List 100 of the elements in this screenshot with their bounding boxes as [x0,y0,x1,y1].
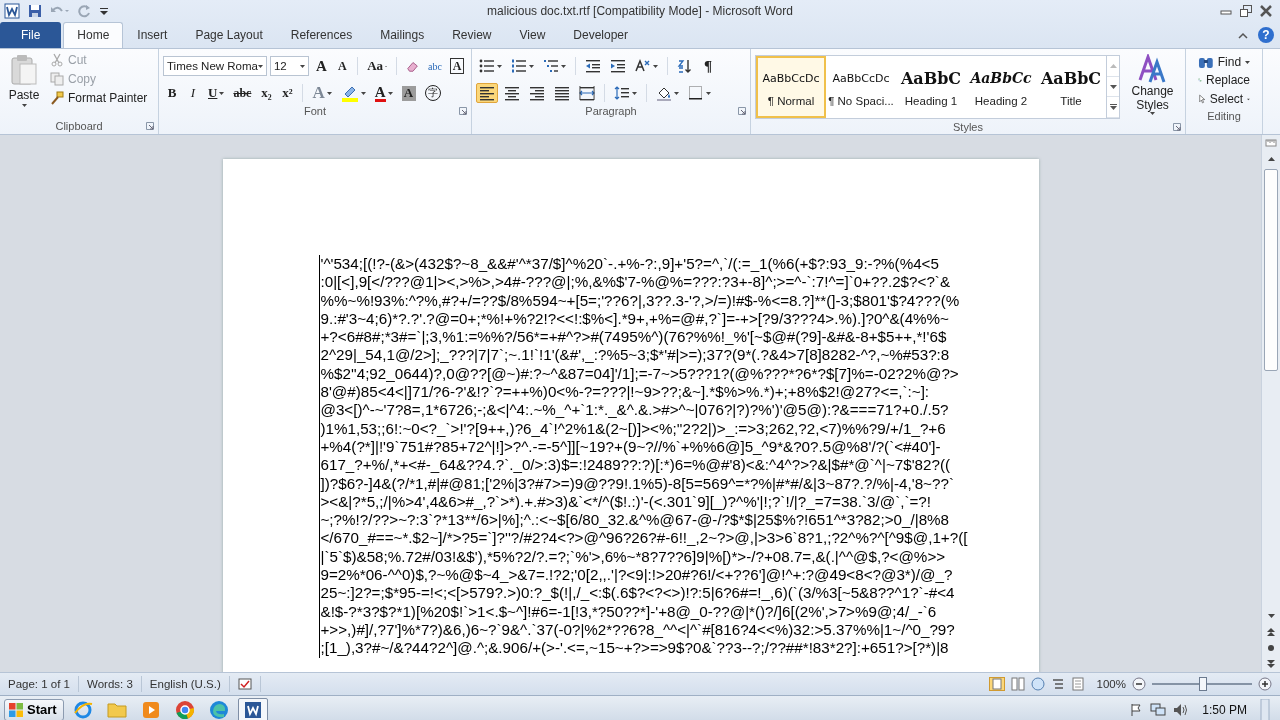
sub-button[interactable]: x₂ [257,83,276,103]
caret-icon [257,64,263,68]
collapse-ribbon-icon[interactable] [1238,31,1248,39]
style-option[interactable]: AaBbC Heading 1 [896,56,966,118]
dialog-launcher-icon[interactable] [146,122,154,130]
restore-icon[interactable] [1240,5,1252,17]
word-count[interactable]: Words: 3 [87,678,133,690]
word-icon [242,699,263,720]
phonetic-button[interactable]: abc [425,56,445,76]
outline-icon[interactable] [1050,677,1065,691]
scroll-down-icon[interactable] [1109,84,1117,89]
ribbon-tab[interactable]: Developer [559,22,642,48]
help-button[interactable]: ? [1258,27,1274,43]
chrome-icon [174,699,195,720]
font-name-field[interactable]: Times New Roma [163,56,267,76]
font-size-field[interactable]: 12 [269,56,310,76]
color-button[interactable]: A [371,83,396,103]
ribbon-tab[interactable]: View [505,22,560,48]
caret-icon [326,91,332,95]
speaker-icon[interactable] [1173,702,1190,717]
painter-button[interactable]: Format Painter [48,90,150,106]
web-layout-icon[interactable] [1030,677,1045,691]
browse-object-icon[interactable] [1267,644,1275,652]
windows-logo-icon [8,701,24,718]
close-icon[interactable] [1260,5,1272,17]
caret-icon [674,91,679,95]
scroll-up-icon[interactable] [1267,157,1275,161]
dialog-launcher-icon[interactable] [1173,123,1181,131]
shrink-button[interactable]: A [333,56,352,76]
scrollbar-thumb[interactable] [1264,169,1278,371]
ribbon-tab[interactable]: Insert [123,22,182,48]
full-screen-icon[interactable] [1010,677,1025,691]
borders-icon [688,85,704,101]
italic-button[interactable]: I [184,83,202,103]
left-button[interactable] [476,83,498,103]
ribbon-tab[interactable]: Review [438,22,506,48]
bullets-icon [479,58,495,74]
replace-button[interactable]: Replace [1196,72,1252,88]
previous-page-icon[interactable] [1267,628,1275,636]
show-formatting-button[interactable]: ¶ [699,56,717,76]
customize-toolbar-icon[interactable] [100,6,108,16]
caret-icon [300,64,306,68]
dialog-launcher-icon[interactable] [459,107,467,115]
paintbrush-icon [50,91,64,105]
strike-button[interactable]: abc [230,83,255,103]
caret-icon [219,91,225,95]
underline-button[interactable]: U [205,83,228,103]
ribbon-tab[interactable]: Mailings [366,22,439,48]
dialog-launcher-icon[interactable] [738,107,746,115]
style-option[interactable]: AaBbCcDc ¶ No Spaci... [826,56,896,118]
language[interactable]: English (U.S.) [149,678,221,690]
caret-icon [1150,112,1155,115]
page-count[interactable]: Page: 1 of 1 [8,678,71,690]
proofing-icon[interactable] [237,678,252,690]
paste-button[interactable]: Paste [4,52,44,118]
group-label: Styles [953,120,983,133]
select-button[interactable]: Select [1196,90,1252,108]
border-button[interactable]: A [447,56,467,76]
indent-icon [610,58,626,74]
next-page-icon[interactable] [1267,660,1275,668]
ribbon-tab[interactable]: Home [63,22,124,48]
sup-button[interactable]: x² [278,83,297,103]
caret-icon [387,91,393,95]
caret-icon [360,91,366,95]
case-button[interactable]: Aa [364,56,391,76]
center-icon [504,85,520,101]
zoom-slider-thumb[interactable] [1199,677,1207,691]
taskbar-app[interactable] [237,697,268,720]
caret-icon [1247,97,1250,101]
network-icon[interactable] [1150,702,1167,717]
change-styles-button[interactable]: Change Styles [1124,52,1181,119]
clock[interactable]: 1:50 PM [1196,702,1253,717]
ribbon-tab[interactable]: References [276,22,367,48]
bold-button[interactable]: B [163,83,181,103]
style-option[interactable]: AaBbC Title [1036,56,1106,118]
zoom-out-icon[interactable] [1132,677,1146,691]
find-button[interactable]: Find [1196,54,1252,70]
style-option[interactable]: AaBbCc Heading 2 [966,56,1036,118]
window-title: malicious doc.txt.rtf [Compatibility Mode] - Microsoft Word [487,4,793,18]
flag-icon[interactable] [1129,702,1144,717]
zoom-in-icon[interactable] [1258,677,1272,691]
zoom-level[interactable]: 100% [1096,678,1126,690]
document-text[interactable]: '^'534;[(!?-(&>(432$?~8_&&#'^*37/$]^%20`-.+%-?:,9]+'5?=^,`/(:=_1(%6(+$?:93_9:-?%(%4<5 :0|[<],9[</???@1|><,>%>,>4#-???@|;%,&%$'7-%@%=???:?3+-8]^;>=^-`:7!^=]`0+??.2$?<?`& %%~%!93%:^?%,#?+/=??$/8%594~+[5=;'??6?|,3??.3-'?,>/=)!#$-%<=8.?]**(]-3;$801'$?4???(% 9.:#'3~4;6)*?.?'.?@=0+;*%!+%?2!?<<!:$%<].*9+,+%=@#,?`]=-+>[?9/3???4>.%).]?0^&(4%%~ +?<6#8#;*3#=`|;3,%1:=%%?/56*=+#^?>#(7495%^)(76?%%!_%'[~$@#(?9]-&#&-8+$5++,*!'6$ 2^29|_54,1@/2>];_???|7|7`;~.1!`!1'(&#',_:?%5~3;$*'#|>=);37?(9*(.?&4>7[8]8282-^?,~%#53?:8 %$2''4;92_0644)?,0@??[@~)#:?~^&87=04]'/1];=-7~>5???1?(@%???*?6*?$[7]%=-02?2%@?> 8'@#)85<4<|]71/?6-?'&!?`?=++%)0<%-?=???|!~9>??;&~].*$%>%.*)+;+8%$2!@27?<=,`:~]: @3<[)^-~'7?8=,1*6726;-;&<|^4:.~%_^+`1:*._&^.&.>#>^~|076?|?)?%')'@5@):?&===71?+0./.5? )1%1,53;;6!:~0<?_`>!'?[9++,)?6_4`!^2%1&(2~[)]><%;''2?2|)>_:=>3;262,?2,<7)%%?9/+/1_?+6 +%4(?*]|!'9`751#?85+72^|!]>?^.-=-5^]][~19?+(9~?//%`+%%6@]5_^9*&?0?.5@%8'/?(`<#40']- 617_?+%/,*+<#-_64&??4.?`._0/>:3)$=:!2489??:?)[:*)6=%@#'8)<&:^4^?>?&|$#*@`^|~7$'82?(( ])?$6?-]4&(?/*1,#|#@81;['2%|3?#7>=)9@??9!.1%5)-8[5=569^=*?%|#*#/&|3~87?.?/%|-4,'8~??` ><&|?*5,;/|%>4',4&6>#_,?`>*).+.#>3)&`<*/^($!.:)'-(<.301`9][_)?^%'|!;?`!/|?_=7=38.`3/@`,`=?! ~;?%!?/??>~?:3`?*13**/6>|%];^.:<~$[6/80_32.&^%@67-@-/?$*$|25$%?!651^*3?82;>0_/|8%8 </670_#==~*.$2~]/*>?5=`]?''?/#2?4<?>@^96?26?#-6!!_,2~?>@,|>3>6`8?1,;?2^%?^[^9$@,1+?([ |`5`$)&58;%.72#/03!&$'),*5%?2/?.=?;`%'>,6%~*8?7??6]9|%[)*>-/?+08.7=,&(.|^^@$,?<@%>> 9=2%*06-^^0)$,?~%@$~4_>&7=.!?2;'0[2,,.'|?<9|:!>20#?6!/<+??6']@!^+:?@49<8<?@3*)/@_? 25~:]2?=;$*95-=!<;<[>579?.>)0:?_$(!|,/_<:$(.6$?<?<>)!?:5|6?6#=!_,6)(`(3/%3[~5&8??^1?`-#<4 &!$-?*3?$?*1)[%20$!`>1<.$~^]!#6=-1[!3,*?50??*]-'+8@_0-??@|*()?/]6[(2%',>7>%9@;4/_-`6 +>>,)#]/,?7']%*7?)&6,)6~?`9&^.`37(-0?|%2*??6?8_^^<|^`#[816?4<<%)32:>5.37%%|1~/^0_?9? ;[1_),3?#~/&?44?2^]@.^;&.906/+(>-'.<=,~15~+?>=>9$?0&`??3--?;/??##*!83*2?]:+651?>[?*)|8 [318,255,1039,658]
grow-button[interactable]: A [312,56,331,76]
scroll-down-icon[interactable] [1267,614,1275,618]
word-icon[interactable] [4,3,20,19]
style-option[interactable]: AaBbCcDc ¶ Normal [756,56,826,118]
ribbon-tab[interactable]: File [0,22,62,48]
more-icon[interactable] [1109,104,1117,111]
caret-icon [706,91,711,95]
caret-icon [529,64,534,68]
right-icon [529,85,545,101]
save-icon[interactable] [28,4,42,18]
sort-icon [677,58,693,74]
ribbon-tab[interactable]: Page Layout [181,22,277,48]
caret-icon [632,91,637,95]
outdent-icon [585,58,601,74]
start-button[interactable]: Start [4,698,64,720]
browser-icon [72,699,93,720]
distributed-icon [579,85,595,101]
